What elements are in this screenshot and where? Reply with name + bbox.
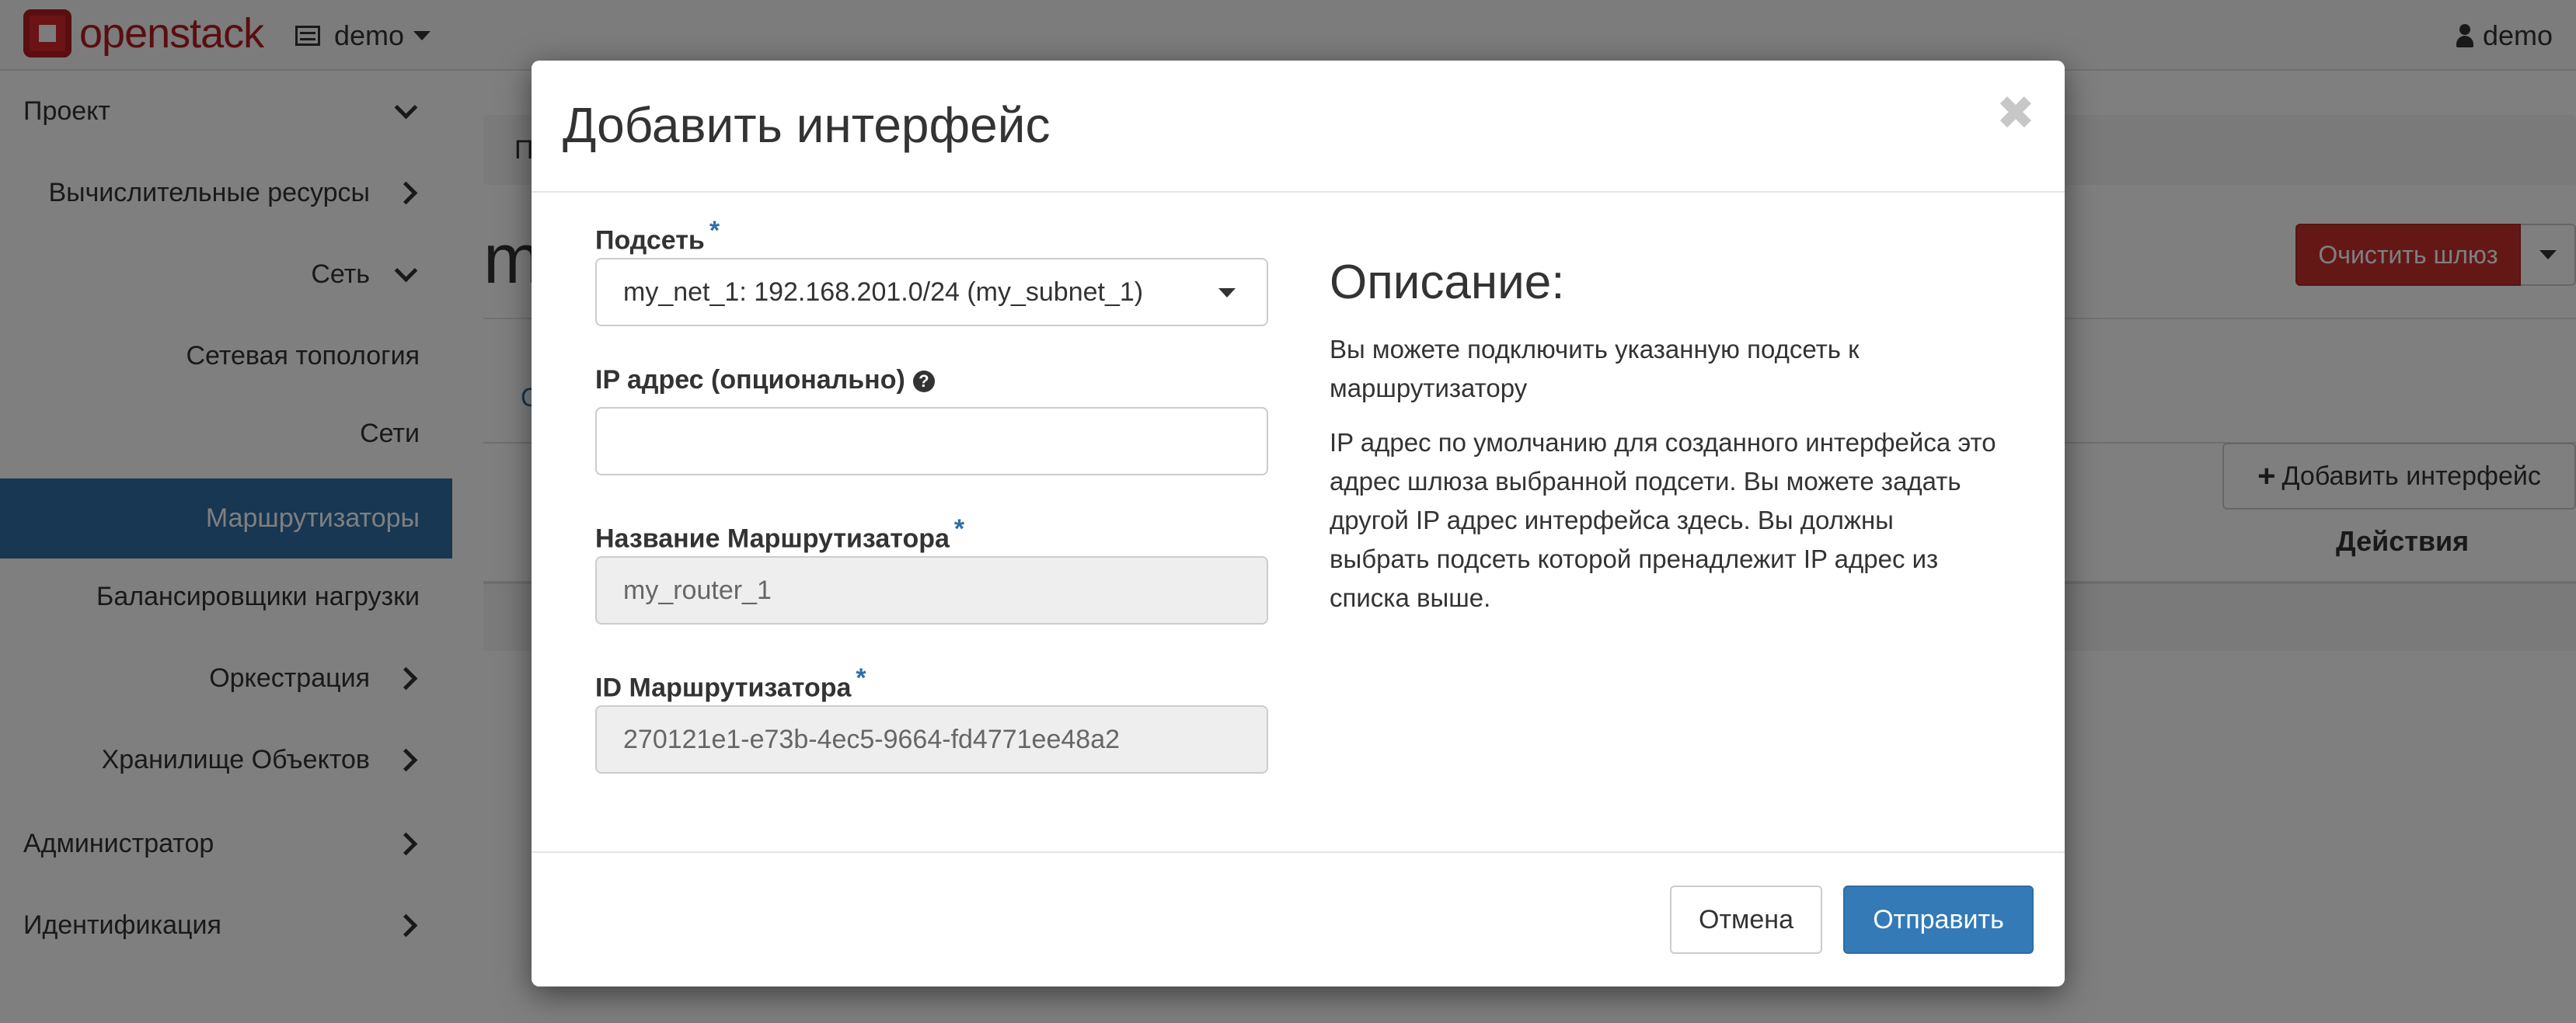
required-asterisk: * <box>856 663 866 693</box>
ip-address-input[interactable] <box>595 407 1268 475</box>
router-id-label: ID Маршрутизатора * <box>595 663 866 703</box>
required-asterisk: * <box>953 514 965 544</box>
modal-title: Добавить интерфейс <box>563 97 1051 153</box>
description-title: Описание: <box>1330 256 1565 309</box>
modal-header: Добавить интерфейс ✖ <box>532 61 2065 193</box>
router-name-field: my_router_1 <box>595 556 1268 625</box>
modal-footer: Отмена Отправить <box>532 851 2065 986</box>
subnet-select-value: my_net_1: 192.168.201.0/24 (my_subnet_1) <box>623 277 1144 307</box>
router-name-label: Название Маршрутизатора * <box>595 514 964 554</box>
subnet-label: Подсеть * <box>595 216 720 256</box>
description-text: IP адрес по умолчанию для созданного инт… <box>1330 428 1996 612</box>
caret-down-icon <box>1218 288 1236 298</box>
router-id-value: 270121e1-e73b-4ec5-9664-fd4771ee48a2 <box>623 724 1121 754</box>
router-name-value: my_router_1 <box>623 575 772 605</box>
router-id-field: 270121e1-e73b-4ec5-9664-fd4771ee48a2 <box>595 705 1268 774</box>
description-text: Вы можете подключить указанную подсеть к… <box>1330 335 1860 402</box>
question-circle-icon[interactable]: ? <box>912 371 935 393</box>
required-asterisk: * <box>709 216 720 245</box>
submit-button[interactable]: Отправить <box>1843 886 2034 954</box>
cancel-button[interactable]: Отмена <box>1670 886 1822 954</box>
label-text: IP адрес (опционально) <box>595 365 905 395</box>
close-icon[interactable]: ✖ <box>1996 90 2035 137</box>
subnet-select[interactable]: my_net_1: 192.168.201.0/24 (my_subnet_1) <box>595 258 1268 326</box>
add-interface-modal: Добавить интерфейс ✖ Подсеть * my_net_1: … <box>532 61 2065 986</box>
description-panel: Описание: Вы можете подключить указанную… <box>1330 255 1998 633</box>
ip-address-label: IP адрес (опционально)? <box>595 365 935 395</box>
label-text: Подсеть <box>595 225 705 256</box>
label-text: Название Маршрутизатора <box>595 524 950 554</box>
label-text: ID Маршрутизатора <box>595 673 852 703</box>
